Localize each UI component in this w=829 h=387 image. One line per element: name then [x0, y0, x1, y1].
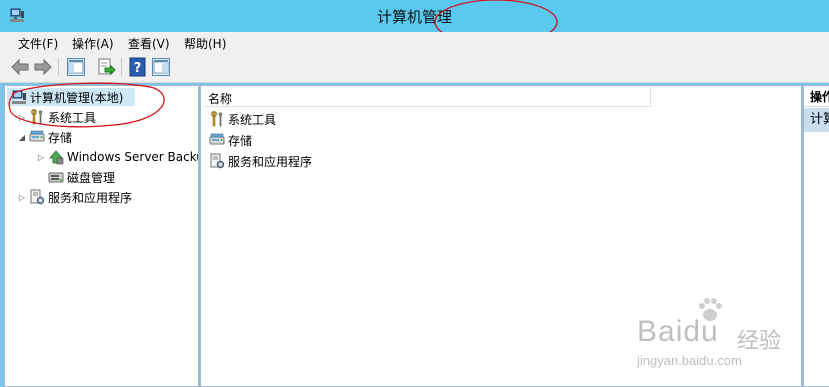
console-tree-pane: 计算机管理(本地) ▷ 系统工具 ◢ 存储 ▷ Windows Server B… — [4, 85, 199, 387]
services-icon — [210, 153, 225, 169]
tree-item-system-tools[interactable]: ▷ 系统工具 — [17, 108, 96, 126]
backup-icon — [49, 150, 64, 165]
list-item[interactable]: 系统工具 — [207, 110, 276, 128]
tree-item-services-and-applications[interactable]: ▷ 服务和应用程序 — [17, 188, 132, 206]
chevron-right-icon[interactable]: ▷ — [17, 113, 27, 122]
actions-item-computer-management[interactable]: 计算机管理 — [804, 108, 829, 132]
tree-root[interactable]: 计算机管理(本地) — [7, 88, 135, 106]
toolbar: ? — [0, 53, 829, 83]
list-item[interactable]: 服务和应用程序 — [207, 152, 312, 170]
list-item-label: 服务和应用程序 — [228, 154, 313, 169]
chevron-right-icon[interactable]: ▷ — [17, 193, 27, 202]
tree-item-windows-server-backup[interactable]: ▷ Windows Server Backup — [36, 148, 199, 166]
tree-item-label: 服务和应用程序 — [48, 190, 133, 205]
tools-icon — [211, 111, 223, 127]
list-item[interactable]: 存储 — [207, 131, 252, 149]
disk-management-icon — [48, 172, 64, 183]
menu-bar: 文件(F) 操作(A) 查看(V) 帮助(H) — [0, 32, 829, 53]
back-icon[interactable] — [10, 57, 30, 77]
storage-icon — [29, 130, 45, 142]
tree-item-label: 系统工具 — [48, 110, 97, 125]
tree-item-disk-management[interactable]: 磁盘管理 — [36, 168, 115, 186]
title-bar: 计算机管理 — [0, 0, 829, 32]
computer-management-icon — [12, 90, 26, 104]
export-list-icon[interactable] — [96, 57, 116, 77]
column-header-label: 名称 — [208, 92, 233, 106]
client-area: 计算机管理(本地) ▷ 系统工具 ◢ 存储 ▷ Windows Server B… — [0, 83, 829, 387]
toolbar-separator — [58, 58, 59, 76]
menu-file[interactable]: 文件(F) — [18, 35, 58, 52]
chevron-right-icon[interactable]: ▷ — [36, 153, 46, 162]
help-icon[interactable]: ? — [128, 57, 148, 77]
storage-icon — [209, 133, 225, 145]
tree-root-label: 计算机管理(本地) — [30, 90, 124, 105]
toolbar-separator — [121, 58, 122, 76]
column-header-name[interactable]: 名称 — [203, 88, 651, 107]
result-list-pane: 名称 系统工具 存储 服务和应用程序 — [200, 85, 802, 387]
tree-item-label: 存储 — [48, 130, 73, 145]
chevron-expanded-icon[interactable]: ◢ — [17, 133, 27, 142]
list-item-label: 存储 — [228, 133, 253, 148]
actions-header: 操作 — [804, 88, 829, 107]
tree-item-label: Windows Server Backup — [67, 150, 199, 164]
svg-text:?: ? — [134, 61, 142, 76]
show-hide-action-pane-icon[interactable] — [151, 57, 171, 77]
actions-pane: 操作 计算机管理 — [803, 85, 829, 387]
show-hide-console-tree-icon[interactable] — [66, 57, 86, 77]
menu-view[interactable]: 查看(V) — [128, 35, 170, 52]
services-icon — [30, 189, 45, 205]
menu-help[interactable]: 帮助(H) — [184, 35, 226, 52]
tools-icon — [31, 109, 43, 125]
tree-item-label: 磁盘管理 — [67, 170, 116, 185]
tree-item-storage[interactable]: ◢ 存储 — [17, 128, 72, 146]
menu-action[interactable]: 操作(A) — [72, 35, 114, 52]
window-title: 计算机管理 — [376, 8, 452, 26]
forward-icon[interactable] — [33, 57, 53, 77]
list-item-label: 系统工具 — [228, 112, 277, 127]
